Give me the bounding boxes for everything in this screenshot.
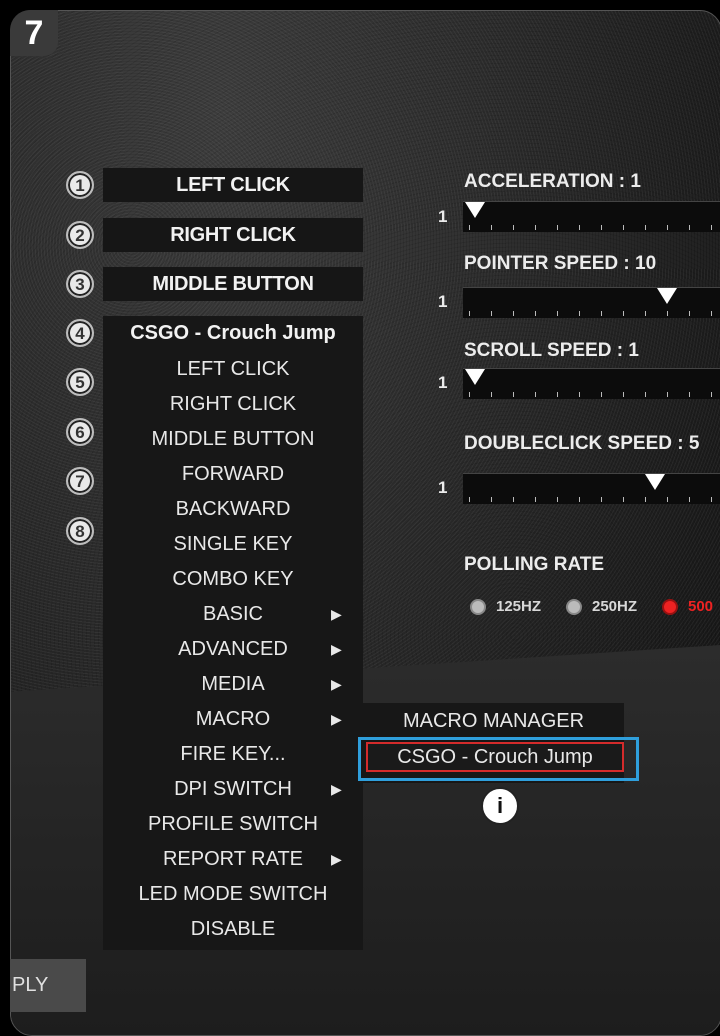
acceleration-label: ACCELERATION : 1 [464, 171, 641, 192]
menu-item-led-mode-switch[interactable]: LED MODE SWITCH [103, 877, 363, 912]
macro-manager-item[interactable]: MACRO MANAGER [363, 703, 624, 739]
button-number-8: 8 [66, 517, 94, 545]
submenu-arrow-icon: ▶ [331, 711, 342, 727]
button-1-assignment[interactable]: LEFT CLICK [103, 168, 363, 202]
menu-item-forward[interactable]: FORWARD [103, 457, 363, 492]
menu-item-media[interactable]: MEDIA [103, 667, 363, 702]
submenu-arrow-icon: ▶ [331, 676, 342, 692]
polling-500-label: 500 [688, 598, 714, 615]
menu-item-basic[interactable]: BASIC [103, 597, 363, 632]
scroll-speed-min: 1 [438, 373, 448, 392]
doubleclick-speed-min: 1 [438, 478, 448, 497]
doubleclick-speed-slider-thumb[interactable] [645, 474, 665, 490]
doubleclick-speed-slider[interactable] [463, 473, 720, 504]
button-number-1: 1 [66, 171, 94, 199]
menu-item-middle-button[interactable]: MIDDLE BUTTON [103, 422, 363, 457]
menu-item-backward[interactable]: BACKWARD [103, 492, 363, 527]
pointer-speed-slider-thumb[interactable] [657, 288, 677, 304]
polling-125-label: 125HZ [496, 598, 542, 615]
apply-button-label: PLY [12, 974, 49, 996]
menu-item-disable[interactable]: DISABLE [103, 912, 363, 947]
polling-rate-label: POLLING RATE [464, 554, 605, 575]
scroll-speed-slider-thumb[interactable] [465, 369, 485, 385]
slider-ticks [469, 392, 720, 397]
button-number-3: 3 [66, 270, 94, 298]
macro-csgo-crouch-jump-item[interactable]: CSGO - Crouch Jump [366, 742, 624, 772]
menu-item-advanced[interactable]: ADVANCED [103, 632, 363, 667]
polling-250-radio[interactable] [566, 599, 582, 615]
scroll-speed-slider[interactable] [463, 368, 720, 399]
button-number-7: 7 [66, 467, 94, 495]
slider-ticks [469, 311, 720, 316]
slider-ticks [469, 225, 720, 230]
pointer-speed-label: POINTER SPEED : 10 [464, 253, 657, 274]
button-3-assignment[interactable]: MIDDLE BUTTON [103, 267, 363, 301]
submenu-arrow-icon: ▶ [331, 781, 342, 797]
apply-button[interactable]: PLY [10, 959, 86, 1012]
slider-ticks [469, 497, 720, 502]
acceleration-slider-thumb[interactable] [465, 202, 485, 218]
step-badge: 7 [10, 10, 58, 56]
pointer-speed-slider[interactable] [463, 287, 720, 318]
button-2-assignment[interactable]: RIGHT CLICK [103, 218, 363, 252]
menu-item-combo-key[interactable]: COMBO KEY [103, 562, 363, 597]
info-marker-icon: i [481, 787, 519, 825]
acceleration-slider[interactable] [463, 201, 720, 232]
pointer-speed-min: 1 [438, 292, 448, 311]
button-4-assignment[interactable]: CSGO - Crouch Jump [103, 316, 363, 352]
polling-250-label: 250HZ [592, 598, 638, 615]
button-number-2: 2 [66, 221, 94, 249]
submenu-arrow-icon: ▶ [331, 851, 342, 867]
polling-500-radio[interactable] [662, 599, 678, 615]
menu-item-left-click[interactable]: LEFT CLICK [103, 352, 363, 387]
scroll-speed-label: SCROLL SPEED : 1 [464, 340, 639, 361]
button-number-6: 6 [66, 418, 94, 446]
polling-125-radio[interactable] [470, 599, 486, 615]
button-4-function-menu: CSGO - Crouch Jump LEFT CLICK RIGHT CLIC… [103, 316, 363, 950]
polling-rate-options: 125HZ 250HZ 500 [466, 596, 720, 618]
menu-item-dpi-switch[interactable]: DPI SWITCH [103, 772, 363, 807]
menu-item-fire-key[interactable]: FIRE KEY... [103, 737, 363, 772]
acceleration-min: 1 [438, 207, 448, 226]
submenu-arrow-icon: ▶ [331, 641, 342, 657]
doubleclick-speed-label: DOUBLECLICK SPEED : 5 [464, 433, 700, 454]
menu-item-macro[interactable]: MACRO [103, 702, 363, 737]
menu-item-right-click[interactable]: RIGHT CLICK [103, 387, 363, 422]
button-number-5: 5 [66, 368, 94, 396]
menu-item-single-key[interactable]: SINGLE KEY [103, 527, 363, 562]
menu-item-profile-switch[interactable]: PROFILE SWITCH [103, 807, 363, 842]
submenu-arrow-icon: ▶ [331, 606, 342, 622]
menu-item-report-rate[interactable]: REPORT RATE [103, 842, 363, 877]
button-number-4: 4 [66, 319, 94, 347]
